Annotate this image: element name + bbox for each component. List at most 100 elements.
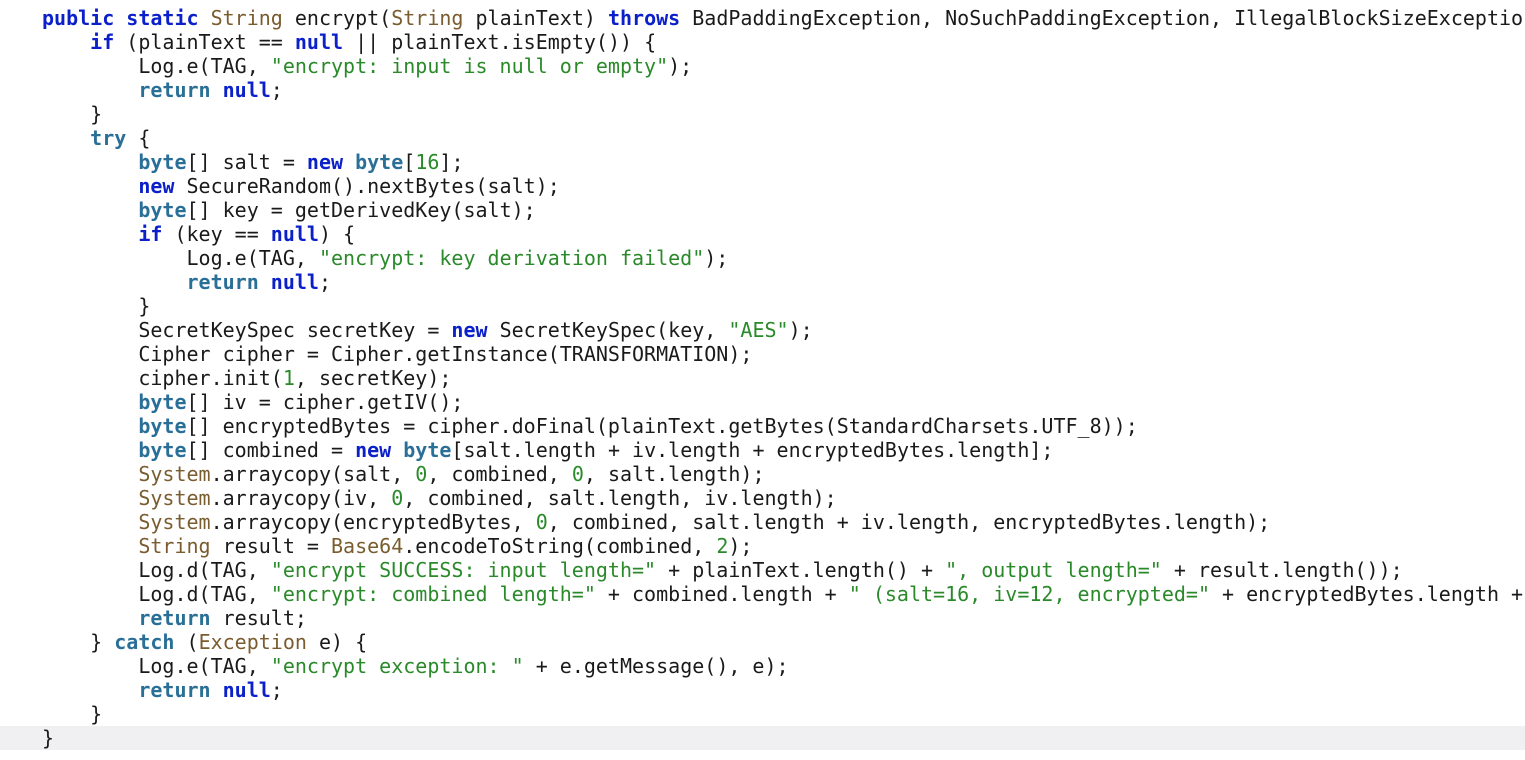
code-line[interactable]: } catch (Exception e) { xyxy=(0,630,1525,654)
code-token: Log.e(TAG, xyxy=(42,246,319,270)
code-token: 0 xyxy=(571,462,584,486)
code-token: || plainText.isEmpty()) { xyxy=(343,30,657,54)
code-token: } xyxy=(42,630,115,654)
code-token: "encrypt: input is null or empty" xyxy=(270,54,669,78)
code-token: .arraycopy(salt, xyxy=(210,462,416,486)
code-token: + result.length()); xyxy=(1161,558,1403,582)
code-line[interactable]: return result; xyxy=(0,606,1525,630)
code-area[interactable]: public static String encrypt(String plai… xyxy=(0,6,1525,750)
code-line[interactable]: System.arraycopy(salt, 0, combined, 0, s… xyxy=(0,462,1525,486)
code-token: + encryptedBytes.length + xyxy=(1210,582,1524,606)
code-token: result = xyxy=(210,534,331,558)
code-token: encrypt( xyxy=(282,6,392,30)
code-token: new xyxy=(306,150,344,174)
code-token: SecureRandom().nextBytes(salt); xyxy=(174,174,560,198)
code-line[interactable]: byte[] encryptedBytes = cipher.doFinal(p… xyxy=(0,414,1525,438)
code-line[interactable]: cipher.init(1, secretKey); xyxy=(0,366,1525,390)
code-token: SecretKeySpec(key, xyxy=(487,318,729,342)
code-token: byte xyxy=(138,390,187,414)
code-token: ; xyxy=(270,678,283,702)
code-token: ); xyxy=(704,246,729,270)
code-line[interactable]: SecretKeySpec secretKey = new SecretKeyS… xyxy=(0,318,1525,342)
code-token: ; xyxy=(270,78,283,102)
code-token: (plainText == xyxy=(114,30,295,54)
code-token: String xyxy=(391,6,464,30)
code-token: { xyxy=(126,126,151,150)
code-line[interactable]: Log.d(TAG, "encrypt SUCCESS: input lengt… xyxy=(0,558,1525,582)
code-token: 16 xyxy=(415,150,440,174)
code-line[interactable]: if (plainText == null || plainText.isEmp… xyxy=(0,30,1525,54)
code-token: public static xyxy=(42,6,211,30)
code-token: System xyxy=(138,510,211,534)
code-line[interactable]: Cipher cipher = Cipher.getInstance(TRANS… xyxy=(0,342,1525,366)
code-line[interactable]: if (key == null) { xyxy=(0,222,1525,246)
code-line[interactable]: } xyxy=(0,294,1525,318)
code-line[interactable]: Log.e(TAG, "encrypt exception: " + e.get… xyxy=(0,654,1525,678)
code-line[interactable]: return null; xyxy=(0,78,1525,102)
code-token: null xyxy=(222,678,271,702)
code-line[interactable]: Log.d(TAG, "encrypt: combined length=" +… xyxy=(0,582,1525,606)
code-token: byte xyxy=(355,150,404,174)
code-token: 0 xyxy=(415,462,428,486)
code-line[interactable]: Log.e(TAG, "encrypt: key derivation fail… xyxy=(0,246,1525,270)
code-line[interactable]: byte[] combined = new byte[salt.length +… xyxy=(0,438,1525,462)
code-token: if xyxy=(90,30,115,54)
code-token: System xyxy=(138,462,211,486)
code-token: byte xyxy=(138,150,187,174)
code-token: [] iv = cipher.getIV(); xyxy=(186,390,464,414)
code-token: .arraycopy(encryptedBytes, xyxy=(210,510,536,534)
code-line[interactable]: try { xyxy=(0,126,1525,150)
code-token: return xyxy=(138,606,211,630)
code-token: , salt.length); xyxy=(583,462,765,486)
code-token: SecretKeySpec secretKey = xyxy=(42,318,452,342)
code-token: " (salt=16, iv=12, encrypted=" xyxy=(848,582,1210,606)
code-token: } xyxy=(42,702,103,726)
code-token: Base64 xyxy=(331,534,404,558)
code-line[interactable]: System.arraycopy(encryptedBytes, 0, comb… xyxy=(0,510,1525,534)
code-token: 0 xyxy=(535,510,548,534)
code-line[interactable]: byte[] iv = cipher.getIV(); xyxy=(0,390,1525,414)
code-token: if xyxy=(138,222,163,246)
code-token: ( xyxy=(174,630,199,654)
code-token: result; xyxy=(210,606,307,630)
code-token: e) { xyxy=(306,630,368,654)
code-line[interactable]: } xyxy=(0,702,1525,726)
code-token: ); xyxy=(788,318,813,342)
code-line[interactable]: return null; xyxy=(0,270,1525,294)
code-token: "AES" xyxy=(728,318,789,342)
code-line[interactable]: } xyxy=(0,102,1525,126)
code-token: 2 xyxy=(716,534,729,558)
code-token: ); xyxy=(668,54,693,78)
code-line[interactable]: byte[] salt = new byte[16]; xyxy=(0,150,1525,174)
code-line[interactable]: Log.e(TAG, "encrypt: input is null or em… xyxy=(0,54,1525,78)
code-line[interactable]: String result = Base64.encodeToString(co… xyxy=(0,534,1525,558)
code-line[interactable]: System.arraycopy(iv, 0, combined, salt.l… xyxy=(0,486,1525,510)
code-token: [] salt = xyxy=(186,150,307,174)
code-token: plainText) xyxy=(463,6,608,30)
code-token: 1 xyxy=(282,366,295,390)
code-line[interactable]: } xyxy=(0,726,1525,750)
code-token: + e.getMessage(), e); xyxy=(523,654,789,678)
code-line[interactable]: byte[] key = getDerivedKey(salt); xyxy=(0,198,1525,222)
code-token: try xyxy=(90,126,127,150)
code-line[interactable]: new SecureRandom().nextBytes(salt); xyxy=(0,174,1525,198)
code-token: byte xyxy=(138,414,187,438)
code-line[interactable]: public static String encrypt(String plai… xyxy=(0,6,1525,30)
code-editor[interactable]: public static String encrypt(String plai… xyxy=(0,0,1525,760)
code-token: null xyxy=(270,270,319,294)
code-token: Cipher cipher = Cipher.getInstance(TRANS… xyxy=(42,342,753,366)
code-token: .encodeToString(combined, xyxy=(403,534,717,558)
code-line[interactable]: return null; xyxy=(0,678,1525,702)
code-token: return xyxy=(186,270,259,294)
code-token: [] combined = xyxy=(186,438,356,462)
code-token: Log.e(TAG, xyxy=(42,654,271,678)
